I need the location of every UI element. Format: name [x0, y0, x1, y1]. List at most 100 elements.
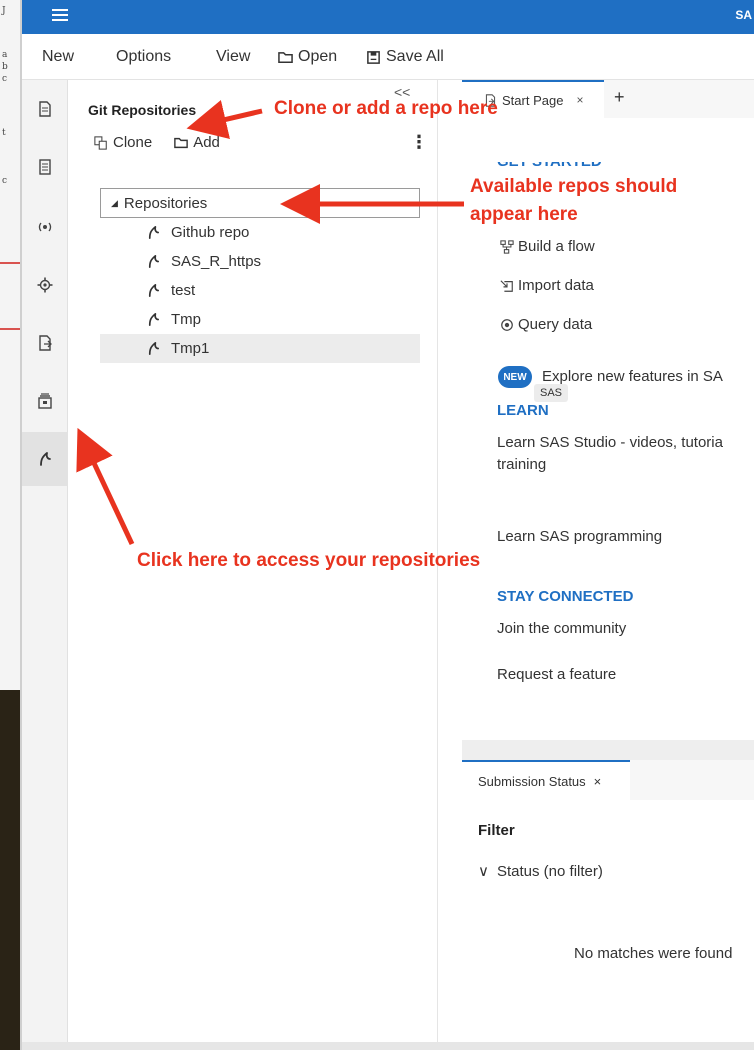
activity-signal[interactable]: [22, 200, 68, 254]
close-tab-icon[interactable]: ×: [576, 93, 583, 107]
query-data-link[interactable]: Query data: [500, 316, 592, 333]
menu-view[interactable]: View: [216, 48, 250, 66]
save-all-icon: [367, 50, 380, 64]
build-flow-link[interactable]: Build a flow: [500, 238, 595, 255]
tooltip: SAS: [534, 384, 569, 402]
submission-status-panel: Filter ∨ Status (no filter) No matches w…: [462, 800, 754, 1042]
git-branch-icon: [148, 342, 160, 355]
signal-icon: [38, 222, 52, 232]
import-data-label: Import data: [518, 277, 594, 294]
sas-studio-window: SA New Options View Open Save All << Git…: [22, 0, 754, 1050]
folder-icon: [174, 137, 189, 148]
menu-new-label: New: [42, 48, 75, 65]
background-text-fragment: c: [2, 74, 8, 84]
pane-toolbar: Clone Add: [94, 134, 220, 151]
background-text-fragment: c: [2, 176, 8, 186]
clone-icon: [94, 135, 107, 150]
app-brand: SA: [735, 8, 752, 22]
git-branch-icon: [148, 284, 160, 297]
add-label: Add: [193, 134, 220, 151]
activity-bar: [22, 80, 68, 1042]
menu-bar: New Options View Open Save All: [22, 34, 754, 80]
pane-splitter[interactable]: [462, 740, 754, 760]
learn-sas-programming-link[interactable]: Learn SAS programming: [497, 528, 662, 545]
libraries-icon: [38, 393, 52, 409]
menu-open-label: Open: [298, 48, 338, 65]
chevron-down-icon: ∨: [478, 863, 489, 880]
repo-label: SAS_R_https: [171, 253, 262, 270]
add-button[interactable]: Add: [174, 134, 220, 151]
request-feature-link[interactable]: Request a feature: [497, 666, 616, 683]
file-icon: [39, 101, 51, 117]
menu-view-label: View: [216, 48, 251, 65]
background-text-fragment: J: [2, 6, 6, 16]
gear-icon: [37, 277, 53, 293]
import-data-link[interactable]: Import data: [500, 277, 594, 294]
status-filter-label: Status (no filter): [496, 862, 603, 880]
menu-save-all[interactable]: Save All: [366, 48, 444, 66]
background-redline: [0, 262, 22, 264]
query-data-label: Query data: [518, 316, 593, 333]
join-community-link[interactable]: Join the community: [497, 620, 626, 637]
no-matches-message: No matches were found: [574, 945, 733, 962]
title-bar: SA: [22, 0, 754, 34]
query-icon: [501, 318, 513, 331]
repo-label: Tmp: [171, 311, 201, 328]
clone-button[interactable]: Clone: [94, 134, 152, 151]
build-flow-label: Build a flow: [518, 238, 595, 255]
tab-submission-status[interactable]: Submission Status ×: [462, 760, 630, 800]
collapse-triangle-icon[interactable]: ◢: [111, 198, 118, 209]
tree-root-label: Repositories: [123, 194, 208, 212]
activity-settings[interactable]: [22, 258, 68, 312]
bottom-tab-strip: Submission Status ×: [462, 760, 754, 800]
learn-sas-studio-link-cont[interactable]: training: [497, 456, 546, 473]
menu-open[interactable]: Open: [278, 48, 337, 66]
document-icon: [39, 159, 51, 175]
activity-files[interactable]: [22, 82, 68, 136]
background-dark-area: [0, 690, 22, 1050]
annotation-available-repos-line2: appear here: [470, 204, 578, 225]
more-options-icon[interactable]: ⋮: [410, 132, 428, 153]
background-text-fragment: b: [2, 62, 8, 72]
menu-save-all-label: Save All: [386, 48, 444, 65]
status-filter-toggle[interactable]: ∨ Status (no filter): [478, 862, 603, 881]
background-window-strip: J a b c t c: [0, 0, 22, 1050]
repo-item[interactable]: Github repo: [100, 218, 420, 247]
menu-options-label: Options: [116, 48, 172, 65]
repositories-tree-root[interactable]: ◢ Repositories: [100, 188, 420, 218]
repo-label: Github repo: [171, 224, 250, 241]
menu-options[interactable]: Options: [116, 48, 171, 66]
editor-tab-strip: Start Page × +: [462, 80, 754, 118]
explore-new-features-link[interactable]: Explore new features in SA: [542, 368, 723, 385]
repo-item[interactable]: SAS_R_https: [100, 247, 420, 276]
close-tab-icon[interactable]: ×: [594, 774, 602, 789]
tab-submission-status-label: Submission Status: [478, 773, 586, 789]
hamburger-menu-icon[interactable]: [52, 9, 68, 21]
get-started-heading: GET STARTED: [497, 162, 607, 170]
activity-export[interactable]: [22, 316, 68, 370]
get-started-label: GET STARTED: [497, 162, 602, 170]
repo-item[interactable]: test: [100, 276, 420, 305]
flow-icon: [500, 239, 514, 254]
activity-git-repositories[interactable]: [22, 432, 68, 486]
annotation-clone-add: Clone or add a repo here: [274, 98, 498, 119]
export-icon: [39, 335, 52, 351]
git-branch-icon: [148, 226, 160, 239]
repo-label: Tmp1: [171, 340, 210, 357]
repo-item[interactable]: Tmp: [100, 305, 420, 334]
activity-documents[interactable]: [22, 140, 68, 194]
stay-connected-heading: STAY CONNECTED: [497, 588, 634, 605]
learn-sas-studio-link[interactable]: Learn SAS Studio - videos, tutoria: [497, 434, 723, 451]
import-icon: [500, 279, 513, 292]
activity-libraries[interactable]: [22, 374, 68, 428]
tab-start-page-label: Start Page: [502, 92, 564, 108]
menu-new[interactable]: New: [42, 48, 74, 66]
git-branch-icon: [148, 255, 160, 268]
new-badge: NEW: [498, 366, 532, 388]
annotation-click-here: Click here to access your repositories: [137, 550, 481, 571]
annotation-available-repos-line1: Available repos should: [470, 176, 678, 197]
repo-item-selected[interactable]: Tmp1: [100, 334, 420, 363]
add-tab-button[interactable]: +: [614, 87, 625, 108]
git-branch-icon: [148, 313, 160, 326]
folder-icon: [278, 51, 293, 63]
